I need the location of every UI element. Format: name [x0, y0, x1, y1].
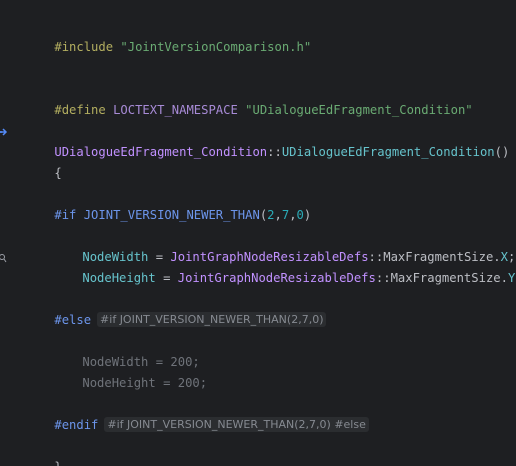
- scope-op: ::: [375, 271, 391, 285]
- ctor-scope: ::: [267, 145, 282, 159]
- code-editor[interactable]: #include "JointVersionComparison.h" #def…: [0, 0, 516, 466]
- code-line-close-brace[interactable]: }: [25, 437, 61, 466]
- endif-inlay-hint: #if JOINT_VERSION_NEWER_THAN(2,7,0) #els…: [104, 417, 369, 432]
- endif-directive: #endif: [54, 418, 99, 432]
- if-macro: JOINT_VERSION_NEWER_THAN: [83, 208, 260, 222]
- define-name: LOCTEXT_NAMESPACE: [113, 103, 238, 117]
- navigate-to-declaration-icon[interactable]: [0, 126, 8, 138]
- ctor-name: UDialogueEdFragment_Condition: [281, 145, 495, 159]
- define-directive: #define: [54, 103, 106, 117]
- code-line-inactive-height[interactable]: NodeHeight = 200;: [53, 353, 207, 390]
- code-line-else[interactable]: #else #if JOINT_VERSION_NEWER_THAN(2,7,0): [25, 290, 327, 327]
- if-arg-major: 2: [267, 208, 275, 222]
- code-line-open-brace[interactable]: {: [25, 143, 61, 180]
- inspect-icon[interactable]: [0, 252, 7, 264]
- code-line-constructor[interactable]: UDialogueEdFragment_Condition::UDialogue…: [25, 122, 509, 159]
- assign-op: =: [155, 271, 178, 285]
- defs-class: JointGraphNodeResizableDefs: [177, 271, 376, 285]
- code-line-if[interactable]: #if JOINT_VERSION_NEWER_THAN(2,7,0): [25, 185, 311, 222]
- node-height-member: NodeHeight: [82, 271, 156, 285]
- code-line-node-height[interactable]: NodeHeight = JointGraphNodeResizableDefs…: [53, 248, 516, 285]
- code-line-include[interactable]: #include "JointVersionComparison.h": [25, 17, 311, 54]
- if-arg-patch: 0: [296, 208, 304, 222]
- else-inlay-hint: #if JOINT_VERSION_NEWER_THAN(2,7,0): [97, 312, 327, 327]
- inactive-node-height: NodeHeight = 200;: [82, 376, 208, 390]
- ctor-parens: (): [494, 145, 510, 159]
- code-line-inactive-width[interactable]: NodeWidth = 200;: [53, 332, 199, 369]
- if-comma-2: ,: [289, 208, 297, 222]
- open-brace: {: [54, 166, 62, 180]
- close-brace: }: [54, 460, 61, 466]
- if-comma-1: ,: [274, 208, 282, 222]
- ctor-class: UDialogueEdFragment_Condition: [54, 145, 268, 159]
- include-directive: #include: [54, 40, 114, 54]
- dot-op: .: [500, 271, 508, 285]
- code-line-define[interactable]: #define LOCTEXT_NAMESPACE "UDialogueEdFr…: [25, 80, 472, 117]
- define-value: "UDialogueEdFragment_Condition": [245, 103, 473, 117]
- include-file: "JointVersionComparison.h": [120, 40, 312, 54]
- max-size-field: MaxFragmentSize: [390, 271, 501, 285]
- if-paren-close: ): [303, 208, 312, 222]
- else-directive: #else: [54, 313, 92, 327]
- code-line-endif[interactable]: #endif #if JOINT_VERSION_NEWER_THAN(2,7,0…: [25, 395, 369, 432]
- if-directive: #if: [54, 208, 77, 222]
- code-line-node-width[interactable]: NodeWidth = JointGraphNodeResizableDefs:…: [53, 227, 515, 264]
